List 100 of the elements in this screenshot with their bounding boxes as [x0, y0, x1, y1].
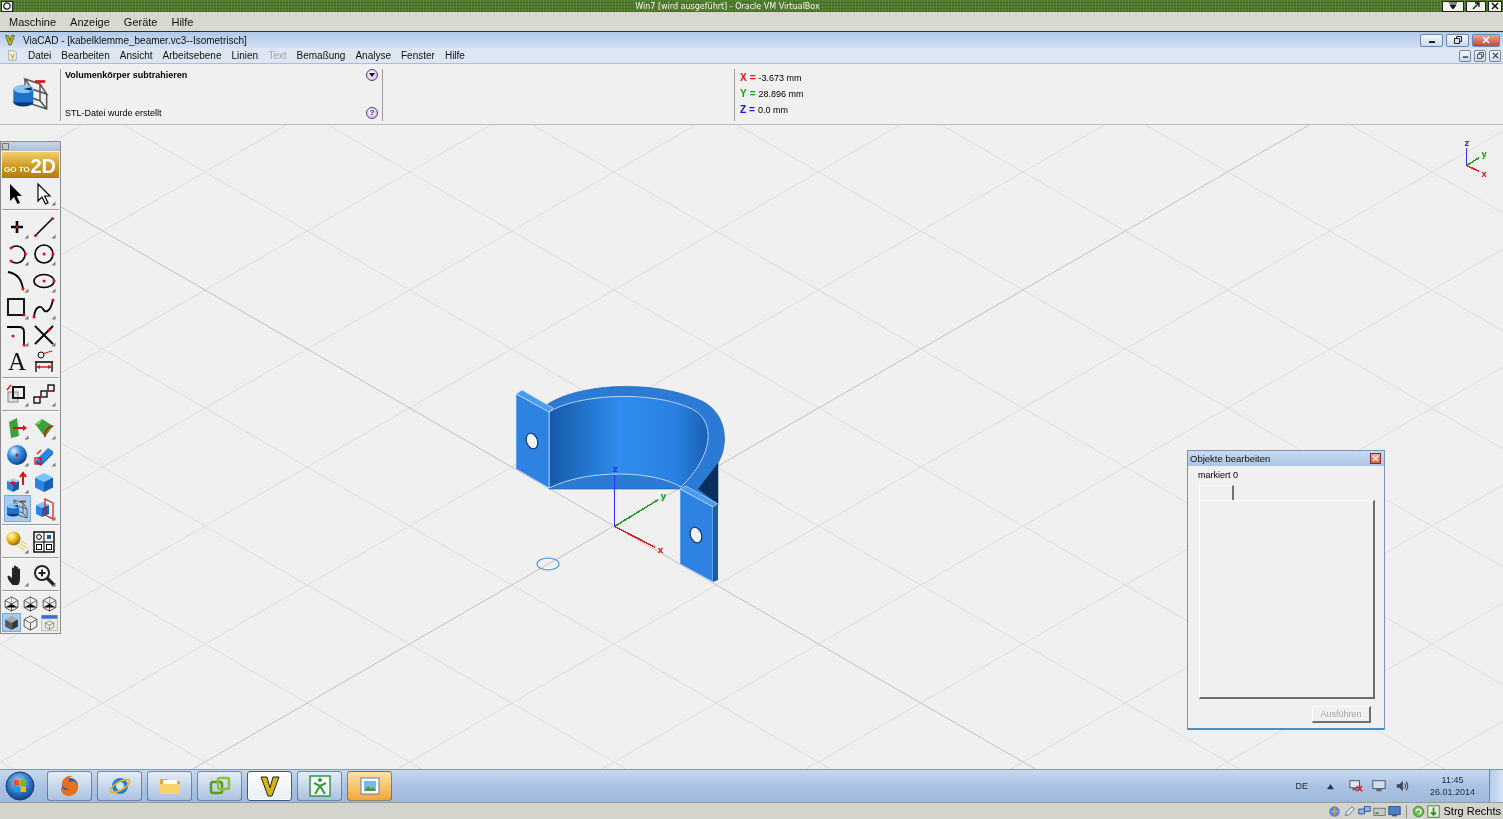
- wire-cube-icon: [41, 594, 58, 613]
- axis-label: y: [1481, 149, 1487, 159]
- network-icon: [1357, 804, 1371, 818]
- menu-item[interactable]: Anzeige: [63, 15, 117, 28]
- chevron-logo-icon: [4, 34, 16, 46]
- diagonal-arrow-icon: [1472, 2, 1480, 10]
- show-desktop-button[interactable]: [1489, 770, 1503, 802]
- shaded-view-button[interactable]: [2, 613, 21, 632]
- taskbar-button[interactable]: [47, 771, 92, 801]
- menu-item[interactable]: Geräte: [116, 15, 165, 28]
- picture-icon: [357, 774, 382, 798]
- axis-label: z: [1464, 138, 1470, 148]
- minimize-button[interactable]: [1420, 33, 1443, 47]
- window-menu-button[interactable]: [1, 0, 13, 12]
- palette-handle[interactable]: [1, 142, 60, 151]
- equals-sign: =: [749, 104, 755, 116]
- copy-tool[interactable]: [30, 381, 58, 408]
- dimension-icon: [32, 349, 56, 374]
- close-button[interactable]: [1370, 453, 1381, 464]
- caret-icon: [1449, 2, 1457, 10]
- viewport-button[interactable]: [40, 613, 59, 632]
- caret-icon: [1326, 782, 1334, 790]
- circle-icon: [3, 2, 11, 10]
- circle-icon: [32, 241, 56, 266]
- cubes-icon: [5, 469, 29, 494]
- restore-button[interactable]: [1474, 49, 1486, 62]
- monitor-icon: [1387, 804, 1401, 818]
- language-indicator[interactable]: DE: [1291, 781, 1312, 791]
- coordinate-value: -3.673 mm: [758, 72, 802, 84]
- tray-expand-button[interactable]: [1326, 782, 1334, 790]
- view-button[interactable]: [40, 594, 59, 613]
- axis-label: x: [1481, 169, 1487, 179]
- menu-item[interactable]: Linien: [226, 50, 264, 61]
- axis-label: y: [660, 490, 667, 501]
- menu-item[interactable]: Analyse: [350, 50, 396, 61]
- minimize-button[interactable]: [1459, 49, 1471, 62]
- text-tool[interactable]: A: [3, 348, 31, 375]
- start-button[interactable]: [4, 771, 36, 801]
- plus-disc-icon: [1327, 804, 1341, 818]
- tab[interactable]: [1199, 485, 1234, 500]
- restore-icon: [1453, 36, 1462, 44]
- grid-icon: [32, 529, 56, 554]
- maximize-button[interactable]: [1466, 0, 1486, 12]
- menu-item[interactable]: Datei: [23, 50, 57, 61]
- taskbar-button[interactable]: [347, 771, 392, 801]
- light-ball-icon: [5, 529, 29, 554]
- menu-item[interactable]: Ansicht: [114, 50, 158, 61]
- restore-icon: [1476, 52, 1484, 59]
- refresh-icon: [1411, 804, 1425, 818]
- equals-sign: =: [749, 72, 756, 84]
- taskbar-button[interactable]: [247, 771, 292, 801]
- axis-label: X: [740, 72, 747, 84]
- square-icon: [2, 143, 9, 150]
- network-button[interactable]: [1348, 779, 1363, 793]
- menu-item[interactable]: Fenster: [396, 50, 440, 61]
- square-icon: [5, 295, 29, 320]
- squares-icon: [5, 382, 29, 407]
- menu-item[interactable]: Hilfe: [439, 50, 470, 61]
- zoom-icon: [32, 562, 56, 587]
- menu-item[interactable]: Hilfe: [164, 15, 201, 28]
- axis-label: Z: [740, 104, 747, 116]
- coordinate-value: 0.0 mm: [757, 104, 788, 116]
- list-box[interactable]: [1199, 500, 1375, 699]
- wire-cube-icon: [22, 594, 39, 613]
- volume-button[interactable]: [1394, 779, 1409, 793]
- menu-item[interactable]: Arbeitsebene: [157, 50, 227, 61]
- subtract-tool[interactable]: [3, 495, 31, 522]
- sphere-icon: [5, 442, 29, 467]
- view-button[interactable]: [21, 594, 40, 613]
- command-title: Volumenkörper subtrahieren: [65, 70, 188, 80]
- close-icon: [1491, 2, 1499, 10]
- host-key-label: Strg Rechts: [1443, 805, 1501, 817]
- network-error-icon: [1348, 779, 1363, 793]
- window-title: ViaCAD - [kabelklemme_beamer.vc3--Isometrisch]: [23, 34, 247, 46]
- figure-icon: [307, 774, 332, 798]
- view-button[interactable]: [2, 594, 21, 613]
- speaker-icon: [1394, 779, 1409, 793]
- chevron-logo-icon: [257, 774, 282, 798]
- linked-squares-icon: [32, 382, 56, 407]
- menu-item[interactable]: Bearbeiten: [56, 50, 115, 61]
- help-button[interactable]: ?: [366, 107, 378, 119]
- monitor-icon: [1371, 779, 1386, 793]
- menu-item[interactable]: Bemaßung: [291, 50, 351, 61]
- equals-sign: =: [749, 88, 756, 100]
- display-button[interactable]: [1371, 779, 1386, 793]
- circle-marker: [536, 557, 560, 571]
- menu-item[interactable]: Maschine: [2, 15, 64, 28]
- close-button[interactable]: [1488, 0, 1502, 12]
- dropdown-button[interactable]: [366, 69, 378, 81]
- document-icon: [7, 50, 18, 61]
- down-arrow-icon: [1426, 804, 1440, 818]
- restore-button[interactable]: [1446, 33, 1469, 47]
- close-icon: [1372, 455, 1379, 462]
- clock[interactable]: 11:45 26.01.2014: [1423, 774, 1481, 798]
- caret-icon: [369, 72, 375, 78]
- layout-tool[interactable]: [30, 528, 58, 555]
- minimize-button[interactable]: [1442, 0, 1464, 12]
- axis-label: Y: [740, 88, 747, 100]
- cylinder-cube-icon: [5, 496, 29, 521]
- close-button[interactable]: [1489, 49, 1501, 62]
